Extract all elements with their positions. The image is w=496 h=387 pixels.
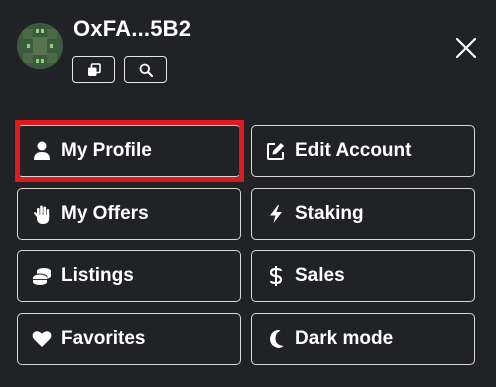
copy-icon <box>87 62 101 76</box>
menu-item-dark-mode[interactable]: Dark mode <box>251 313 475 365</box>
menu-item-listings[interactable]: Listings <box>17 250 241 302</box>
menu-item-label: Listings <box>61 265 134 286</box>
avatar <box>17 23 63 69</box>
menu-item-label: My Offers <box>61 203 149 224</box>
menu-item-label: Staking <box>295 203 364 224</box>
menu-item-staking[interactable]: Staking <box>251 188 475 240</box>
menu-item-label: Sales <box>295 265 345 286</box>
coins-icon <box>31 265 53 287</box>
menu-item-label: Edit Account <box>295 140 412 161</box>
menu-item-edit-account[interactable]: Edit Account <box>251 125 475 177</box>
heart-icon <box>31 328 53 350</box>
menu-item-favorites[interactable]: Favorites <box>17 313 241 365</box>
menu-item-label: Dark mode <box>295 328 394 349</box>
search-icon <box>139 63 153 77</box>
moon-icon <box>265 328 287 350</box>
menu-item-label: Favorites <box>61 328 146 349</box>
hand-icon <box>31 203 53 225</box>
user-icon <box>31 140 53 162</box>
copy-address-button[interactable] <box>72 56 115 83</box>
search-button[interactable] <box>124 56 167 83</box>
account-menu-panel: OxFA...5B2 My Profile Edit Account My Of… <box>0 0 496 387</box>
menu-item-sales[interactable]: Sales <box>251 250 475 302</box>
bolt-icon <box>265 203 287 225</box>
wallet-address: OxFA...5B2 <box>73 16 192 41</box>
menu-item-my-offers[interactable]: My Offers <box>17 188 241 240</box>
menu-item-label: My Profile <box>61 140 152 161</box>
edit-icon <box>265 140 287 162</box>
close-icon <box>455 37 477 59</box>
menu-item-my-profile[interactable]: My Profile <box>17 125 241 177</box>
dollar-icon <box>265 265 287 287</box>
close-button[interactable] <box>452 34 480 62</box>
avatar-pattern-icon <box>17 23 63 69</box>
